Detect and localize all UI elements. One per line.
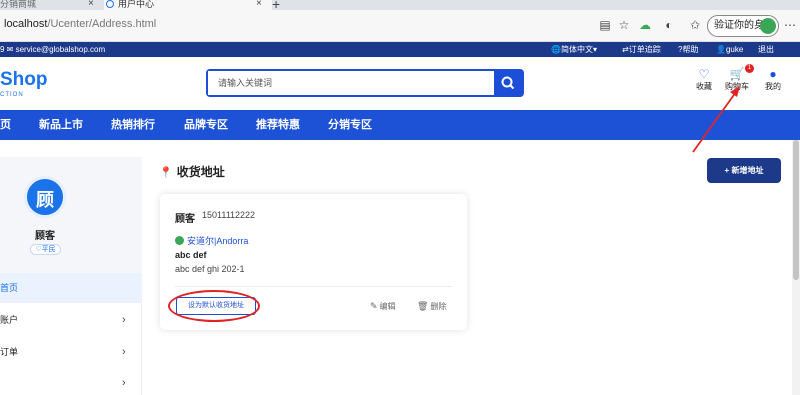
cart-count-badge: 1	[745, 64, 754, 73]
main-nav: 页 新品上市 热销排行 品牌专区 推荐特惠 分销专区	[0, 110, 800, 140]
browser-tab-shop[interactable]: 分销商城	[0, 0, 100, 10]
account-button[interactable]: ● 我的	[761, 67, 785, 92]
scrollbar-thumb[interactable]	[793, 140, 799, 280]
profile-button[interactable]: 验证你的身份	[707, 15, 779, 37]
user-link[interactable]: 👤guke	[716, 42, 743, 57]
support-email: 9 ✉ service@globalshop.com	[0, 45, 106, 54]
favorites-list-icon[interactable]: ✩	[688, 18, 702, 32]
address-line-1: abc def	[175, 250, 207, 260]
sidebar-item-more[interactable]: ›	[0, 368, 142, 395]
page-scrollbar[interactable]	[792, 140, 800, 395]
nav-item-new[interactable]: 新品上市	[39, 110, 83, 140]
profile-avatar	[760, 18, 776, 34]
browser-tab-ucenter[interactable]: 用户中心	[104, 0, 272, 10]
url-host: localhost	[4, 18, 48, 30]
cloud-icon[interactable]: ☁	[638, 18, 652, 32]
reader-icon[interactable]: ▤	[598, 18, 612, 32]
tab-label: 用户中心	[118, 0, 155, 9]
loading-icon	[106, 0, 114, 8]
help-link[interactable]: ?帮助	[678, 42, 698, 57]
profile-card: 顾 顾客 ♡平民	[0, 157, 142, 273]
nav-item-home[interactable]: 页	[0, 110, 11, 140]
address-region: 安道尔|Andorra	[175, 234, 248, 247]
cart-label: 购物车	[725, 82, 749, 91]
chevron-right-icon: ›	[122, 377, 126, 389]
edit-icon: ✎	[370, 301, 378, 311]
search-input[interactable]	[208, 71, 496, 95]
page-title: 📍 收货地址	[159, 165, 225, 179]
trash-icon: 🗑	[417, 301, 429, 311]
flag-icon	[175, 236, 184, 245]
language-selector[interactable]: 🌐简体中文▾	[551, 42, 597, 57]
address-line-2: abc def ghi 202-1	[175, 264, 245, 274]
logout-link[interactable]: 退出	[758, 42, 774, 57]
nav-item-deals[interactable]: 推荐特惠	[256, 110, 300, 140]
annotation-ellipse	[168, 290, 260, 322]
browser-menu-icon[interactable]: ⋯	[784, 18, 796, 32]
sidebar-item-label: 首页	[0, 283, 19, 293]
favorites-button[interactable]: ♡ 收藏	[692, 67, 716, 92]
search-button[interactable]	[494, 71, 522, 95]
nav-item-brand[interactable]: 品牌专区	[184, 110, 228, 140]
sidebar-item-label: 订单	[0, 347, 19, 357]
account-label: 我的	[765, 82, 781, 91]
sidebar-item-orders[interactable]: 订单 ›	[0, 337, 142, 367]
delete-address-button[interactable]: 🗑 删除	[417, 301, 446, 312]
search-box	[206, 69, 524, 97]
tab-label: 分销商城	[0, 0, 37, 9]
url-path: /Ucenter/Address.html	[47, 18, 157, 30]
site-logo[interactable]: Shop	[0, 69, 48, 91]
recipient-name: 顾客	[175, 214, 195, 225]
close-tab-icon[interactable]: ×	[256, 0, 262, 9]
nav-item-hot[interactable]: 热销排行	[111, 110, 155, 140]
sidebar-item-account[interactable]: 账户 ›	[0, 305, 142, 335]
recipient-phone: 15011112222	[202, 210, 256, 220]
nav-item-distribution[interactable]: 分销专区	[328, 110, 372, 140]
sidebar-item-home[interactable]: 首页	[0, 273, 142, 303]
chevron-right-icon: ›	[122, 314, 126, 326]
favorites-label: 收藏	[696, 82, 712, 91]
browser-address-bar: localhost/Ucenter/Address.html ▤ ☆ ☁ ◐ ✩…	[0, 10, 800, 42]
favorite-star-icon[interactable]: ☆	[617, 18, 631, 32]
sidebar-item-label: 账户	[0, 315, 19, 325]
username: 顾客	[35, 231, 55, 242]
extensions-icon[interactable]: ◐	[662, 18, 676, 32]
heart-icon: ♡	[698, 67, 710, 81]
member-level-badge: ♡平民	[30, 244, 61, 255]
avatar: 顾	[24, 176, 66, 218]
card-divider	[175, 286, 452, 287]
location-pin-icon: 📍	[159, 167, 173, 179]
browser-tab-strip: 分销商城 × 用户中心 × +	[0, 0, 800, 12]
ucenter-sidebar: 顾 顾客 ♡平民 首页 账户 › 订单 › ›	[0, 157, 142, 395]
site-header: Shop CTION ♡ 收藏 🛒 购物车 1 ● 我的	[0, 57, 800, 110]
chevron-right-icon: ›	[122, 346, 126, 358]
search-icon	[501, 76, 515, 90]
edit-address-button[interactable]: ✎ 编辑	[370, 301, 396, 312]
site-topbar: 9 ✉ service@globalshop.com 🌐简体中文▾ ⇄订单追踪 …	[0, 42, 800, 57]
order-track-link[interactable]: ⇄订单追踪	[622, 42, 661, 57]
logo-subtitle: CTION	[0, 92, 24, 98]
url-field[interactable]: localhost/Ucenter/Address.html	[4, 18, 156, 30]
user-icon: ●	[769, 67, 777, 81]
close-tab-icon[interactable]: ×	[88, 0, 94, 9]
add-address-button[interactable]: + 新增地址	[707, 158, 781, 183]
